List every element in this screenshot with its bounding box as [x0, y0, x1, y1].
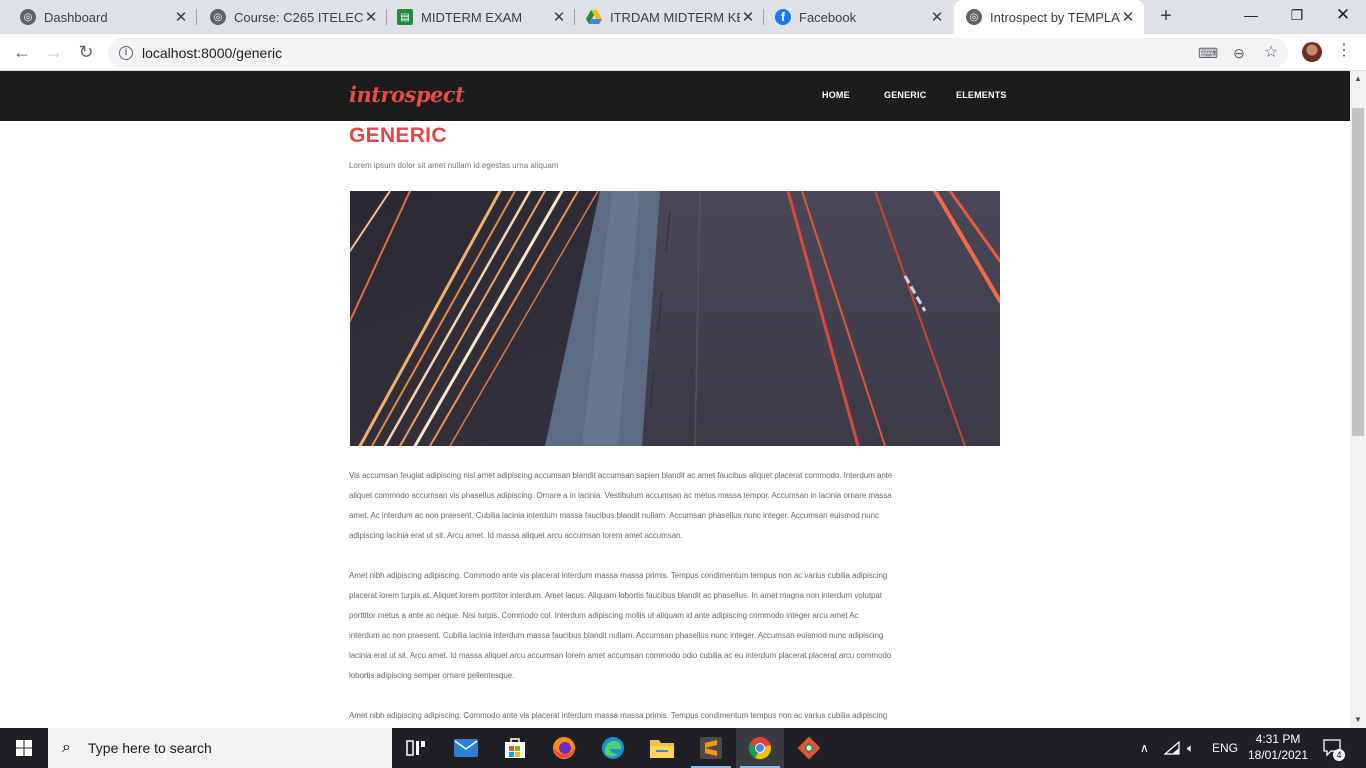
- paragraph-line: porttitor metus a ante ac neque. Nisi tu…: [349, 611, 859, 620]
- paragraph-line: amet. Ac interdum ac non praesent. Cubil…: [349, 511, 879, 520]
- language-indicator[interactable]: ENG: [1212, 728, 1238, 768]
- tab-strip: ◎ Dashboard ✕ ◎ Course: C265 ITELEC10 ✕ …: [0, 0, 1366, 34]
- tab-title: Facebook: [799, 9, 857, 25]
- address-bar[interactable]: i localhost:8000/generic ⌨ ⊖ ☆: [108, 38, 1288, 67]
- minimize-button[interactable]: —: [1228, 0, 1274, 30]
- git-icon[interactable]: [785, 728, 833, 768]
- show-hidden-icons-chevron-icon[interactable]: ∧: [1140, 728, 1149, 768]
- paragraph-line: lacinia erat ut sit. Arcu amet. Id massa…: [349, 651, 892, 660]
- globe-icon: ◎: [20, 9, 36, 25]
- restore-button[interactable]: ❐: [1274, 0, 1320, 30]
- search-icon: ⌕: [62, 739, 71, 756]
- reload-button[interactable]: ↻: [73, 39, 99, 65]
- chrome-icon[interactable]: [736, 728, 784, 768]
- mail-icon[interactable]: [442, 728, 490, 768]
- paragraph-line: interdum ac non praesent. Cubilia lacini…: [349, 631, 884, 640]
- taskbar: ⌕ Type here to search ∧ 🔈︎ ENG 4:31 PM 1…: [0, 728, 1366, 768]
- tab-title: ITRDAM MIDTERM KEY: [610, 9, 740, 25]
- globe-icon: ◎: [966, 9, 982, 25]
- taskbar-search[interactable]: ⌕ Type here to search: [48, 728, 392, 768]
- tab-midterm-exam[interactable]: ▤ MIDTERM EXAM ✕: [377, 0, 575, 34]
- bookmark-star-icon[interactable]: ☆: [1262, 44, 1280, 62]
- globe-icon: ◎: [210, 9, 226, 25]
- tab-title: Introspect by TEMPLATED: [990, 9, 1120, 25]
- sublime-text-icon[interactable]: [687, 728, 735, 768]
- site-header: introspect HOME GENERIC ELEMENTS: [0, 71, 1350, 121]
- article-paragraph-1: Vis accumsan feugiat adipiscing nisl ame…: [349, 466, 1001, 546]
- page-scrollbar[interactable]: ▲ ▼: [1350, 71, 1366, 728]
- back-button[interactable]: ←: [9, 39, 35, 65]
- volume-icon[interactable]: 🔈︎: [1187, 728, 1194, 768]
- paragraph-line: Amet nibh adipiscing adipiscing. Commodo…: [349, 571, 888, 580]
- paragraph-line: aliquet commodo accumsan vis phasellus a…: [349, 491, 892, 500]
- paragraph-line: Amet nibh adipiscing adipiscing. Commodo…: [349, 711, 888, 720]
- tab-title: MIDTERM EXAM: [421, 9, 523, 25]
- hero-image: [350, 191, 1000, 446]
- action-center-button[interactable]: 4: [1323, 728, 1345, 768]
- page-title: GENERIC: [349, 124, 447, 147]
- notification-count-badge: 4: [1333, 749, 1345, 761]
- page-viewport: introspect HOME GENERIC ELEMENTS GENERIC…: [0, 71, 1350, 728]
- forward-button[interactable]: →: [41, 39, 67, 65]
- close-icon[interactable]: ✕: [1120, 8, 1136, 26]
- file-explorer-icon[interactable]: [638, 728, 686, 768]
- browser-toolbar: ← → ↻ i localhost:8000/generic ⌨ ⊖ ☆ ⋮: [0, 34, 1366, 71]
- clock-date: 18/01/2021: [1247, 748, 1309, 762]
- google-forms-icon: ▤: [397, 9, 413, 25]
- close-icon[interactable]: ✕: [551, 8, 567, 26]
- task-view-icon[interactable]: [392, 728, 440, 768]
- tab-title: Course: C265 ITELEC10: [234, 9, 363, 25]
- nav-generic[interactable]: GENERIC: [884, 90, 926, 100]
- paragraph-line: lobortis adipiscing semper ornare pellen…: [349, 671, 515, 680]
- close-icon[interactable]: ✕: [173, 8, 189, 26]
- windows-logo-icon: [16, 740, 32, 756]
- profile-avatar[interactable]: [1302, 42, 1322, 62]
- site-info-icon[interactable]: i: [119, 45, 133, 60]
- tab-title: Dashboard: [44, 9, 108, 25]
- system-clock[interactable]: 4:31 PM 18/01/2021: [1246, 731, 1310, 763]
- scroll-down-arrow-icon[interactable]: ▼: [1350, 712, 1366, 728]
- facebook-icon: f: [775, 9, 791, 25]
- close-window-button[interactable]: ✕: [1320, 0, 1366, 30]
- start-button[interactable]: [0, 728, 48, 768]
- tab-dashboard[interactable]: ◎ Dashboard ✕: [0, 0, 197, 34]
- new-tab-button[interactable]: +: [1156, 6, 1176, 26]
- nav-elements[interactable]: ELEMENTS: [956, 90, 1007, 100]
- tab-itrdam-key[interactable]: ITRDAM MIDTERM KEY ✕: [566, 0, 764, 34]
- tab-introspect[interactable]: ◎ Introspect by TEMPLATED ✕: [954, 0, 1144, 34]
- clock-time: 4:31 PM: [1255, 732, 1301, 746]
- paragraph-line: adipiscing lacinia erat ut sit. Arcu ame…: [349, 531, 683, 540]
- article-paragraph-2: Amet nibh adipiscing adipiscing. Commodo…: [349, 566, 1001, 686]
- scroll-up-arrow-icon[interactable]: ▲: [1350, 71, 1366, 87]
- url-text: localhost:8000/generic: [142, 44, 283, 61]
- scrollbar-thumb[interactable]: [1352, 108, 1364, 436]
- tab-course[interactable]: ◎ Course: C265 ITELEC10 ✕: [190, 0, 387, 34]
- site-logo[interactable]: introspect: [349, 82, 465, 107]
- article-paragraph-3: Amet nibh adipiscing adipiscing. Commodo…: [349, 706, 1001, 726]
- google-drive-icon: [586, 9, 602, 25]
- store-icon[interactable]: [491, 728, 539, 768]
- network-wifi-icon[interactable]: [1164, 728, 1180, 768]
- zoom-icon[interactable]: ⊖: [1230, 44, 1248, 62]
- firefox-icon[interactable]: [540, 728, 588, 768]
- close-icon[interactable]: ✕: [740, 8, 756, 26]
- close-icon[interactable]: ✕: [929, 8, 945, 26]
- paragraph-line: Vis accumsan feugiat adipiscing nisl ame…: [349, 471, 893, 480]
- paragraph-line: placerat lorem turpis at. Aliquet lorem …: [349, 591, 882, 600]
- menu-dots-icon[interactable]: ⋮: [1336, 40, 1352, 60]
- search-placeholder: Type here to search: [88, 740, 212, 756]
- translate-icon[interactable]: ⌨: [1198, 44, 1218, 62]
- page-subtitle: Lorem ipsum dolor sit amet nullam id ege…: [349, 161, 559, 170]
- edge-icon[interactable]: [589, 728, 637, 768]
- nav-home[interactable]: HOME: [822, 90, 850, 100]
- tab-facebook[interactable]: f Facebook ✕: [755, 0, 953, 34]
